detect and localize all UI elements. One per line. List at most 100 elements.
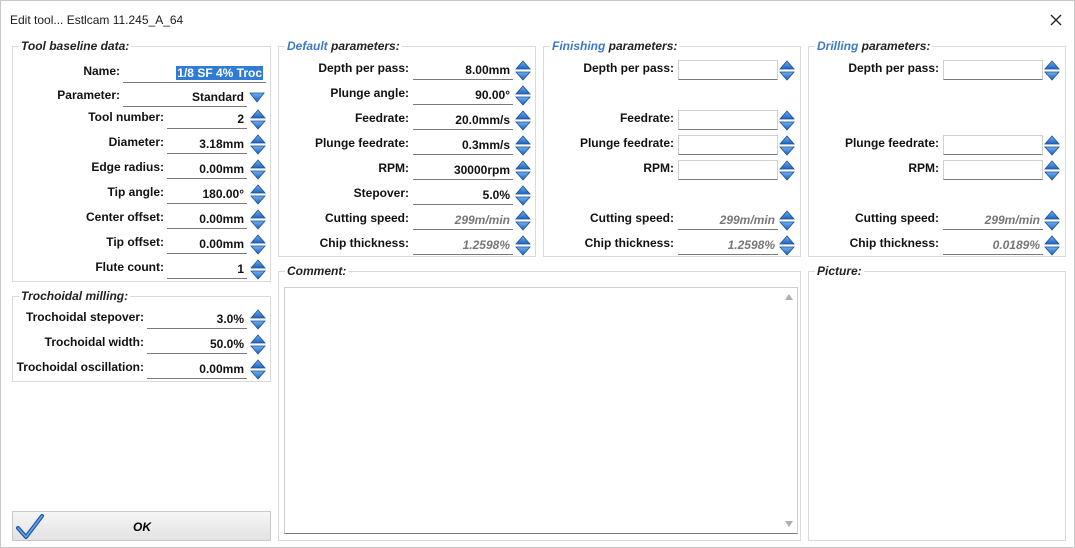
drilling-plunge-feedrate-spinner-icon[interactable]: [1044, 135, 1060, 157]
drilling-chip-spinner-icon[interactable]: [1044, 235, 1060, 257]
finishing-feedrate-spinner-icon[interactable]: [779, 110, 795, 132]
finishing-cutting-speed-label: Cutting speed:: [590, 211, 674, 225]
finishing-rpm-spinner-icon[interactable]: [779, 160, 795, 182]
finishing-rpm-input[interactable]: [678, 160, 778, 180]
drilling-depth-input[interactable]: [943, 60, 1043, 80]
default-feedrate-input[interactable]: 20.0mm/s: [413, 110, 513, 130]
drilling-plunge-feedrate-input[interactable]: [943, 135, 1043, 155]
finishing-plunge-feedrate-spinner-icon[interactable]: [779, 135, 795, 157]
finishing-cutting-speed-row: Cutting speed: 299m/min: [544, 210, 802, 235]
tool-number-spinner-icon[interactable]: [250, 109, 266, 131]
center-offset-row: Center offset: 0.00mm: [13, 209, 272, 234]
default-stepover-input[interactable]: 5.0%: [413, 185, 513, 205]
finishing-depth-label: Depth per pass:: [583, 61, 674, 75]
scroll-down-icon[interactable]: [784, 520, 794, 528]
scroll-up-icon[interactable]: [784, 293, 794, 301]
trochoidal-oscillation-spinner-icon[interactable]: [250, 359, 266, 381]
flute-count-input[interactable]: 1: [167, 259, 247, 279]
drilling-depth-row: Depth per pass:: [809, 60, 1067, 85]
default-rpm-spinner-icon[interactable]: [515, 160, 531, 182]
center-offset-input[interactable]: 0.00mm: [167, 209, 247, 229]
parameter-select[interactable]: Standard: [123, 87, 247, 107]
finishing-chip-input[interactable]: 1.2598%: [678, 235, 778, 255]
default-chip-input[interactable]: 1.2598%: [413, 235, 513, 255]
trochoidal-oscillation-input[interactable]: 0.00mm: [147, 359, 247, 379]
trochoidal-stepover-spinner-icon[interactable]: [250, 309, 266, 331]
center-offset-spinner-icon[interactable]: [250, 209, 266, 231]
comment-textarea[interactable]: [284, 287, 798, 534]
default-cutting-speed-spinner-icon[interactable]: [515, 210, 531, 232]
default-plunge-feedrate-input[interactable]: 0.3mm/s: [413, 135, 513, 155]
tip-angle-spinner-icon[interactable]: [250, 184, 266, 206]
flute-count-row: Flute count: 1: [13, 259, 272, 284]
drilling-cutting-speed-spinner-icon[interactable]: [1044, 210, 1060, 232]
tip-offset-spinner-icon[interactable]: [250, 234, 266, 256]
close-icon: [1050, 14, 1062, 26]
edit-tool-window: Edit tool... Estlcam 11.245_A_64 Tool ba…: [0, 0, 1075, 548]
diameter-input[interactable]: 3.18mm: [167, 134, 247, 154]
default-plunge-angle-row: Plunge angle: 90.00°: [279, 85, 537, 110]
default-plunge-feedrate-spinner-icon[interactable]: [515, 135, 531, 157]
name-input[interactable]: 1/8 SF 4% Troc: [123, 63, 266, 83]
drilling-rpm-row: RPM:: [809, 160, 1067, 185]
edge-radius-row: Edge radius: 0.00mm: [13, 159, 272, 184]
default-stepover-row: Stepover: 5.0%: [279, 185, 537, 210]
default-legend: Default parameters:: [285, 39, 402, 53]
finishing-rpm-label: RPM:: [643, 161, 674, 175]
default-depth-input[interactable]: 8.00mm: [413, 60, 513, 80]
trochoidal-milling-group: Trochoidal milling: Trochoidal stepover:…: [12, 289, 272, 382]
finishing-feedrate-input[interactable]: [678, 110, 778, 130]
trochoidal-stepover-row: Trochoidal stepover: 3.0%: [13, 309, 272, 334]
drilling-chip-input[interactable]: 0.0189%: [943, 235, 1043, 255]
finishing-feedrate-row: Feedrate:: [544, 110, 802, 135]
default-depth-label: Depth per pass:: [318, 61, 409, 75]
finishing-cutting-speed-input[interactable]: 299m/min: [678, 210, 778, 230]
edge-radius-spinner-icon[interactable]: [250, 159, 266, 181]
tip-offset-label: Tip offset:: [106, 235, 164, 249]
drilling-rpm-spinner-icon[interactable]: [1044, 160, 1060, 182]
edge-radius-input[interactable]: 0.00mm: [167, 159, 247, 179]
default-plunge-angle-spinner-icon[interactable]: [515, 85, 531, 107]
default-stepover-label: Stepover:: [353, 186, 409, 200]
chevron-down-icon[interactable]: [249, 91, 265, 103]
drilling-cutting-speed-row: Cutting speed: 299m/min: [809, 210, 1067, 235]
checkmark-icon: [16, 514, 44, 539]
drilling-cutting-speed-input[interactable]: 299m/min: [943, 210, 1043, 230]
trochoidal-oscillation-label: Trochoidal oscillation:: [16, 360, 144, 374]
tip-offset-row: Tip offset: 0.00mm: [13, 234, 272, 259]
finishing-depth-spinner-icon[interactable]: [779, 60, 795, 82]
finishing-chip-spinner-icon[interactable]: [779, 235, 795, 257]
default-depth-spinner-icon[interactable]: [515, 60, 531, 82]
drilling-depth-spinner-icon[interactable]: [1044, 60, 1060, 82]
default-cutting-speed-label: Cutting speed:: [325, 211, 409, 225]
diameter-spinner-icon[interactable]: [250, 134, 266, 156]
tool-number-input[interactable]: 2: [167, 109, 247, 129]
trochoidal-width-label: Trochoidal width:: [44, 335, 144, 349]
ok-button[interactable]: OK: [12, 511, 271, 541]
close-button[interactable]: [1041, 5, 1071, 35]
finishing-chip-label: Chip thickness:: [584, 236, 674, 250]
default-cutting-speed-row: Cutting speed: 299m/min: [279, 210, 537, 235]
default-rpm-label: RPM:: [378, 161, 409, 175]
finishing-plunge-feedrate-input[interactable]: [678, 135, 778, 155]
default-plunge-angle-input[interactable]: 90.00°: [413, 85, 513, 105]
default-rpm-input[interactable]: 30000rpm: [413, 160, 513, 180]
trochoidal-stepover-input[interactable]: 3.0%: [147, 309, 247, 329]
default-stepover-spinner-icon[interactable]: [515, 185, 531, 207]
trochoidal-stepover-label: Trochoidal stepover:: [25, 310, 144, 324]
finishing-cutting-speed-spinner-icon[interactable]: [779, 210, 795, 232]
default-feedrate-spinner-icon[interactable]: [515, 110, 531, 132]
default-chip-spinner-icon[interactable]: [515, 235, 531, 257]
tip-offset-input[interactable]: 0.00mm: [167, 234, 247, 254]
diameter-label: Diameter:: [108, 135, 164, 149]
default-feedrate-row: Feedrate: 20.0mm/s: [279, 110, 537, 135]
drilling-rpm-input[interactable]: [943, 160, 1043, 180]
default-cutting-speed-input[interactable]: 299m/min: [413, 210, 513, 230]
trochoidal-width-input[interactable]: 50.0%: [147, 334, 247, 354]
tool-number-row: Tool number: 2: [13, 109, 272, 134]
trochoidal-width-spinner-icon[interactable]: [250, 334, 266, 356]
flute-count-spinner-icon[interactable]: [250, 259, 266, 281]
finishing-depth-input[interactable]: [678, 60, 778, 80]
tip-angle-input[interactable]: 180.00°: [167, 184, 247, 204]
title-bar: Edit tool... Estlcam 11.245_A_64: [1, 1, 1074, 39]
